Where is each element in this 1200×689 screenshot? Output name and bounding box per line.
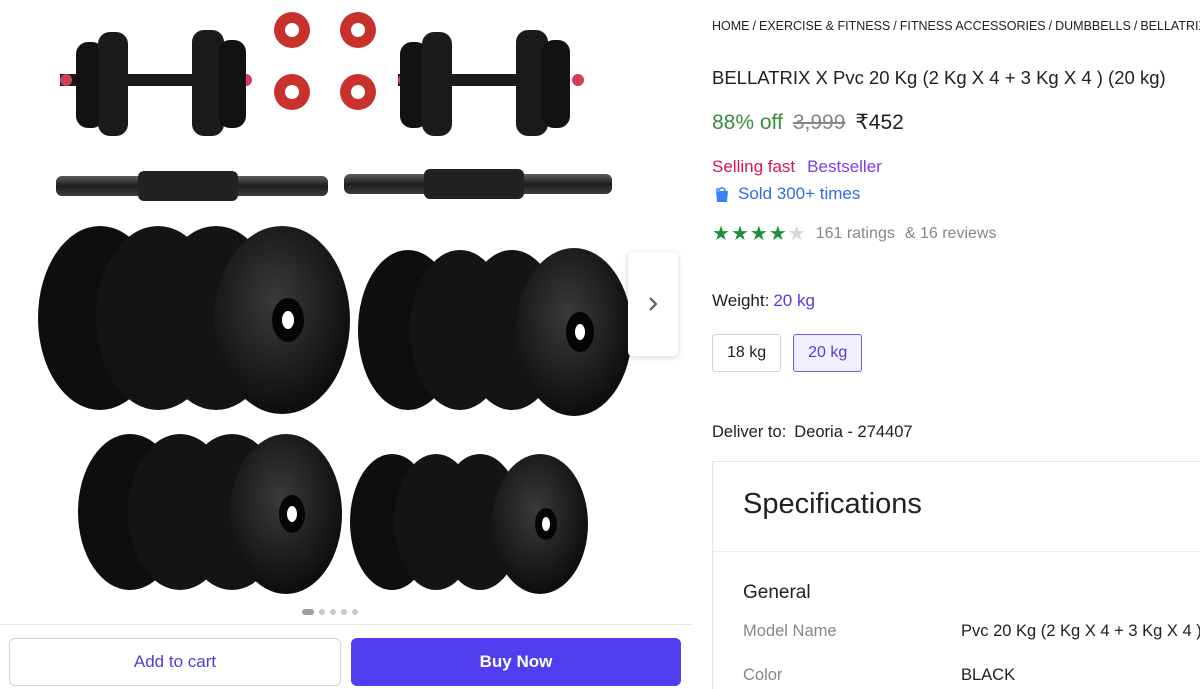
star-filled-icon: ★ <box>730 223 749 245</box>
product-image[interactable] <box>20 0 660 610</box>
spec-key: Model Name <box>743 622 837 640</box>
pagination-dot[interactable] <box>330 609 336 615</box>
product-gallery: Add to cart Buy Now <box>0 0 692 689</box>
shopping-bag-icon <box>715 187 728 202</box>
spec-row: Color BLACK <box>743 666 1015 685</box>
rating-row[interactable]: ★ ★ ★ ★ ★ 161 ratings & 16 reviews <box>712 224 996 244</box>
spinlock-collars <box>274 12 376 110</box>
delivery-row[interactable]: Deliver to: Deoria - 274407 <box>712 423 913 442</box>
product-title: BELLATRIX X Pvc 20 Kg (2 Kg X 4 + 3 Kg X… <box>712 67 1166 88</box>
buy-now-button[interactable]: Buy Now <box>351 638 681 686</box>
weight-options: 18 kg 20 kg <box>712 334 863 372</box>
selling-price: ₹452 <box>855 111 904 134</box>
deliver-label: Deliver to: <box>712 423 787 441</box>
image-pagination-dots <box>302 609 358 615</box>
pagination-dot[interactable] <box>302 609 314 615</box>
breadcrumb-dumbbells[interactable]: DUMBBELLS <box>1055 19 1131 33</box>
weight-label: Weight: <box>712 291 770 310</box>
plates-group-1 <box>38 226 350 414</box>
sold-count-row: Sold 300+ times <box>712 184 860 204</box>
plates-group-4 <box>350 454 588 594</box>
breadcrumb: HOME / EXERCISE & FITNESS / FITNESS ACCESSOR… <box>712 19 1200 33</box>
next-image-button[interactable] <box>628 252 678 356</box>
pagination-dot[interactable] <box>319 609 325 615</box>
selling-fast-badge: Selling fast <box>712 157 796 176</box>
spec-value: Pvc 20 Kg (2 Kg X 4 + 3 Kg X 4 ) <box>961 622 1200 640</box>
dumbbell-right <box>398 30 584 136</box>
chevron-right-icon <box>649 297 658 311</box>
spec-value: BLACK <box>961 666 1016 684</box>
bestseller-badge: Bestseller <box>807 157 882 176</box>
pagination-dot[interactable] <box>341 609 347 615</box>
star-filled-icon: ★ <box>712 223 730 245</box>
specifications-title: Specifications <box>743 488 922 520</box>
add-to-cart-button[interactable]: Add to cart <box>9 638 341 686</box>
ratings-count: 161 ratings <box>815 225 895 242</box>
breadcrumb-bellatrix[interactable]: BELLATRIX X <box>1140 19 1200 33</box>
star-empty-icon: ★ <box>787 223 806 245</box>
deliver-location: Deoria - 274407 <box>794 423 913 441</box>
breadcrumb-exercise-fitness[interactable]: EXERCISE & FITNESS <box>759 19 890 33</box>
star-filled-icon: ★ <box>749 223 768 245</box>
sold-count-text: Sold 300+ times <box>738 184 861 203</box>
action-bar: Add to cart Buy Now <box>0 624 692 689</box>
dumbbell-left <box>60 30 252 136</box>
weight-option-20kg[interactable]: 20 kg <box>793 334 863 372</box>
badges-row: Selling fast Bestseller <box>712 157 882 177</box>
original-price: 3,999 <box>792 111 846 134</box>
spec-section-title: General <box>743 582 811 603</box>
reviews-count: & 16 reviews <box>904 225 997 242</box>
specifications-header: Specifications <box>713 462 1200 552</box>
product-details: HOME / EXERCISE & FITNESS / FITNESS ACCESSOR… <box>712 0 1200 689</box>
weight-selected-value: 20 kg <box>773 291 815 310</box>
spec-row: Model Name Pvc 20 Kg (2 Kg X 4 + 3 Kg X 4… <box>743 622 1200 641</box>
specifications-card: Specifications General Model Name Pvc 20 … <box>712 461 1200 689</box>
pagination-dot[interactable] <box>352 609 358 615</box>
weight-option-18kg[interactable]: 18 kg <box>712 334 782 372</box>
discount-percent: 88% off <box>712 111 783 134</box>
weight-row: Weight: 20 kg <box>712 291 815 311</box>
breadcrumb-home[interactable]: HOME <box>712 19 750 33</box>
star-filled-icon: ★ <box>768 223 787 245</box>
plates-group-2 <box>358 248 632 416</box>
price-row: 88% off 3,999 ₹452 <box>712 110 904 135</box>
plates-group-3 <box>78 434 342 594</box>
spec-key: Color <box>743 666 783 684</box>
breadcrumb-fitness-accessories[interactable]: FITNESS ACCESSORIES <box>900 19 1046 33</box>
star-rating: ★ ★ ★ ★ ★ <box>712 224 806 244</box>
